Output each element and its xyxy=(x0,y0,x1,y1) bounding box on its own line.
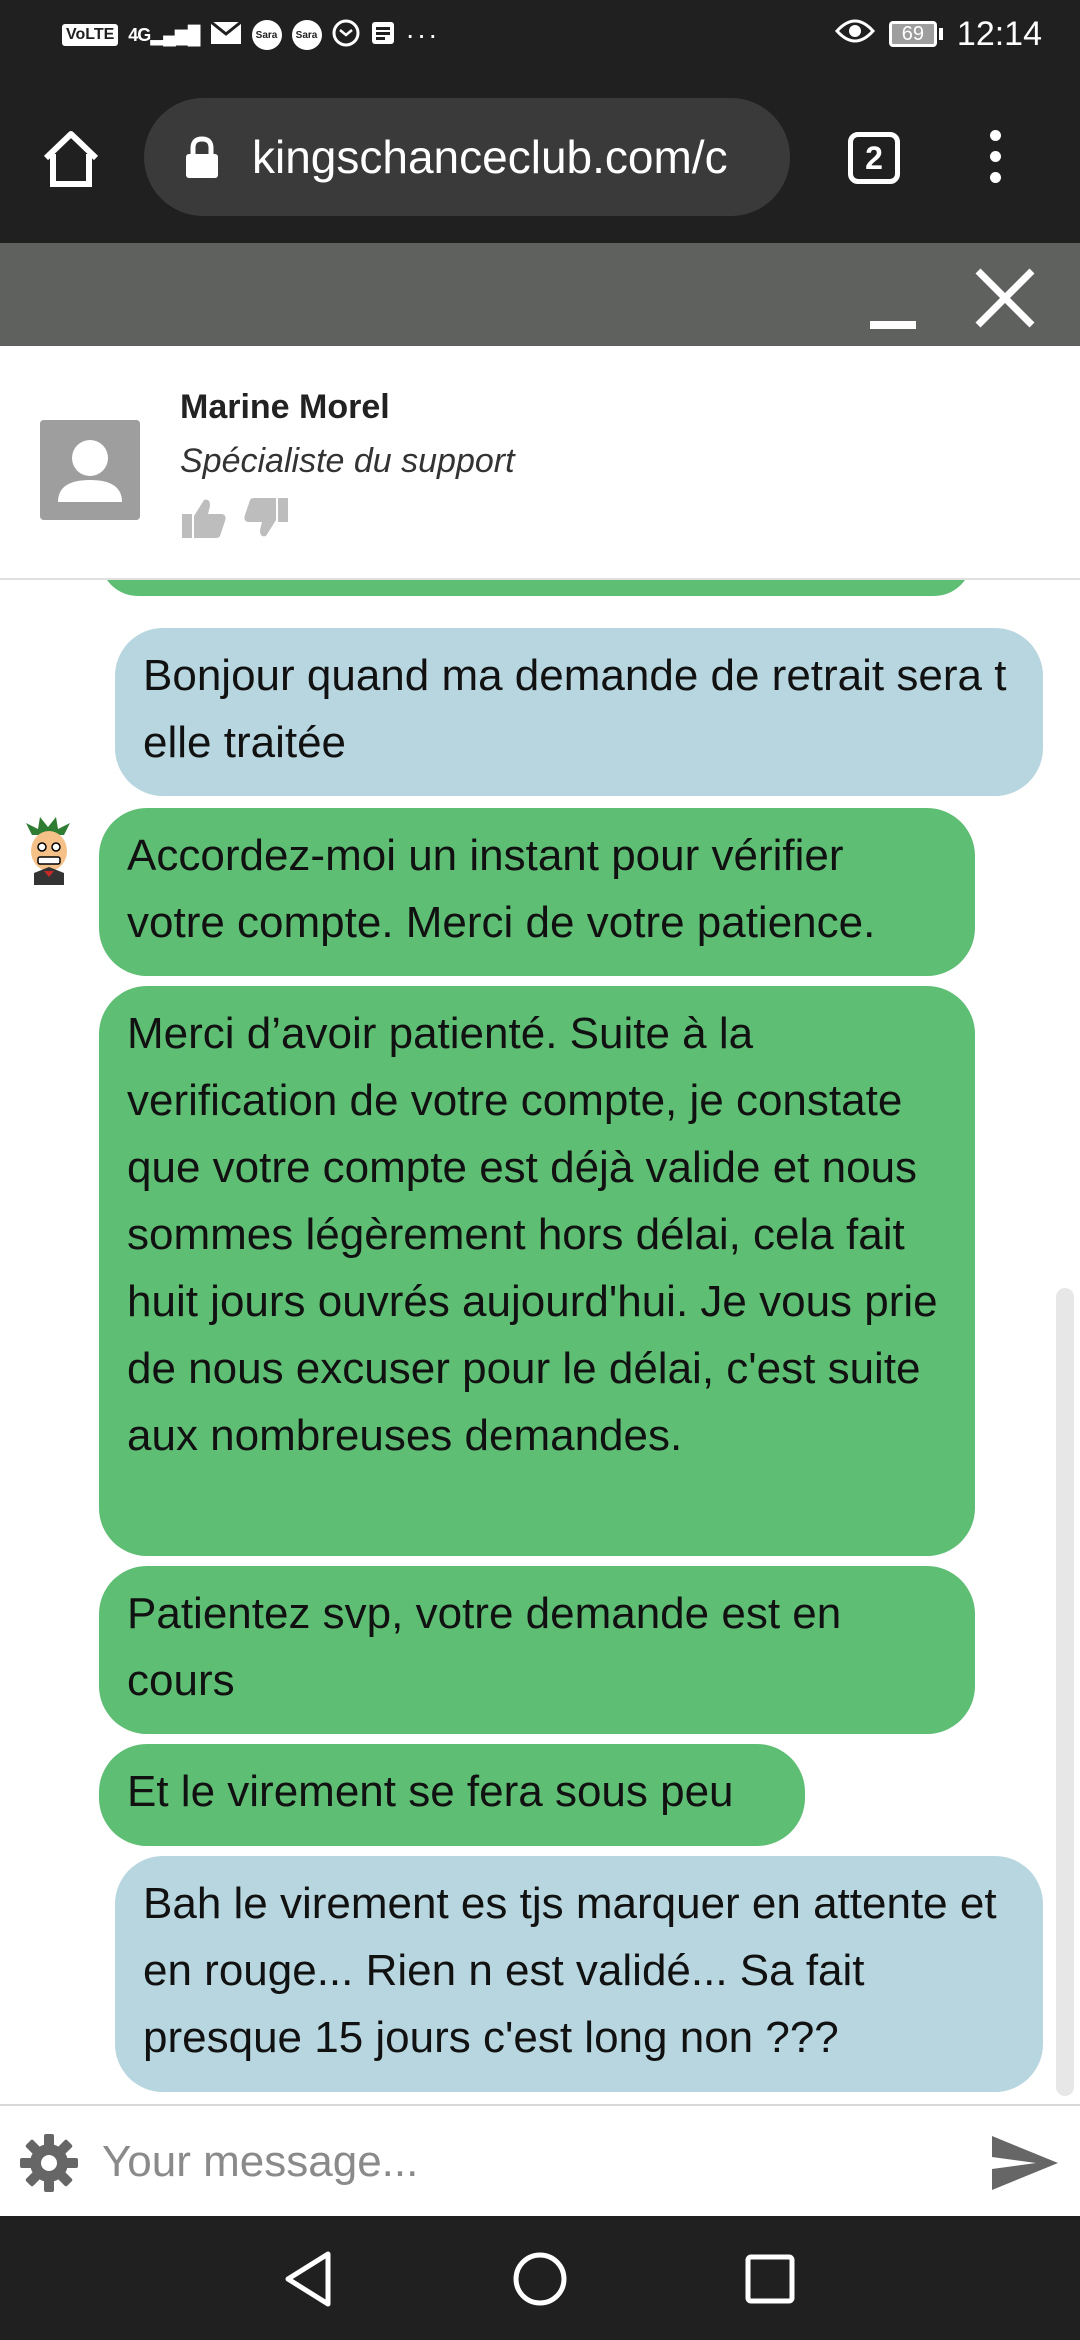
message-bubble-user: Bonjour quand ma demande de retrait sera… xyxy=(115,628,1043,796)
agent-avatar xyxy=(40,420,140,520)
volte-icon: VoLTE xyxy=(62,24,119,46)
tab-switcher-button[interactable]: 2 xyxy=(848,132,900,184)
clock: 12:14 xyxy=(956,14,1042,53)
eye-icon xyxy=(834,15,875,54)
agent-role: Spécialiste du support xyxy=(180,442,515,480)
battery-icon: 69 xyxy=(888,21,943,47)
message-bubble-agent: Merci d’avoir patienté. Suite à la verif… xyxy=(99,986,975,1556)
close-icon[interactable] xyxy=(972,265,1038,331)
home-icon[interactable] xyxy=(40,128,102,190)
thumbs-down-icon[interactable] xyxy=(242,496,290,540)
message-bubble-agent xyxy=(100,580,972,596)
back-icon[interactable] xyxy=(278,2248,340,2310)
news-icon xyxy=(370,20,396,51)
status-right-icons: 69 12:14 xyxy=(834,14,1042,54)
agent-bot-avatar xyxy=(22,815,76,885)
message-bubble-agent: Accordez-moi un instant pour vérifier vo… xyxy=(99,808,975,976)
message-composer xyxy=(0,2104,1080,2216)
send-icon[interactable] xyxy=(990,2132,1060,2194)
carrier-badge-icon: Sara xyxy=(251,20,282,50)
message-list[interactable]: Bonjour quand ma demande de retrait sera… xyxy=(0,580,1080,2104)
thumbs-up-icon[interactable] xyxy=(180,496,228,540)
mail-icon xyxy=(209,20,242,50)
mail-circle-icon xyxy=(332,19,360,52)
carrier-badge-icon: Sara xyxy=(291,20,322,50)
url-text: kingschanceclub.com/c xyxy=(252,131,728,183)
agent-name: Marine Morel xyxy=(180,388,390,426)
system-navigation-bar xyxy=(0,2216,1080,2340)
home-nav-icon[interactable] xyxy=(509,2248,571,2310)
recents-icon[interactable] xyxy=(739,2248,801,2310)
browser-toolbar: kingschanceclub.com/c 2 xyxy=(0,68,1080,243)
lock-icon xyxy=(182,136,222,180)
message-bubble-agent: Et le virement se fera sous peu xyxy=(99,1744,805,1846)
more-notifications-icon: ··· xyxy=(405,19,440,50)
signal-icon: 4G▂▄▆█ xyxy=(128,24,200,45)
minimize-icon[interactable] xyxy=(870,321,916,329)
agent-header: Marine Morel Spécialiste du support xyxy=(0,346,1080,580)
message-bubble-user: Bah le virement es tjs marquer en attent… xyxy=(115,1856,1043,2092)
status-left-icons: VoLTE 4G▂▄▆█ Sara Sara ··· xyxy=(62,18,440,52)
tab-count: 2 xyxy=(865,139,883,176)
address-bar[interactable]: kingschanceclub.com/c xyxy=(144,98,790,216)
gear-icon[interactable] xyxy=(16,2130,82,2196)
overflow-menu-icon[interactable] xyxy=(980,130,1010,194)
message-input[interactable] xyxy=(100,2126,964,2198)
scrollbar[interactable] xyxy=(1056,1288,1074,2096)
message-bubble-agent: Patientez svp, votre demande est en cour… xyxy=(99,1566,975,1734)
status-bar: VoLTE 4G▂▄▆█ Sara Sara ··· 69 12:14 xyxy=(0,0,1080,68)
chat-widget-header xyxy=(0,243,1080,346)
